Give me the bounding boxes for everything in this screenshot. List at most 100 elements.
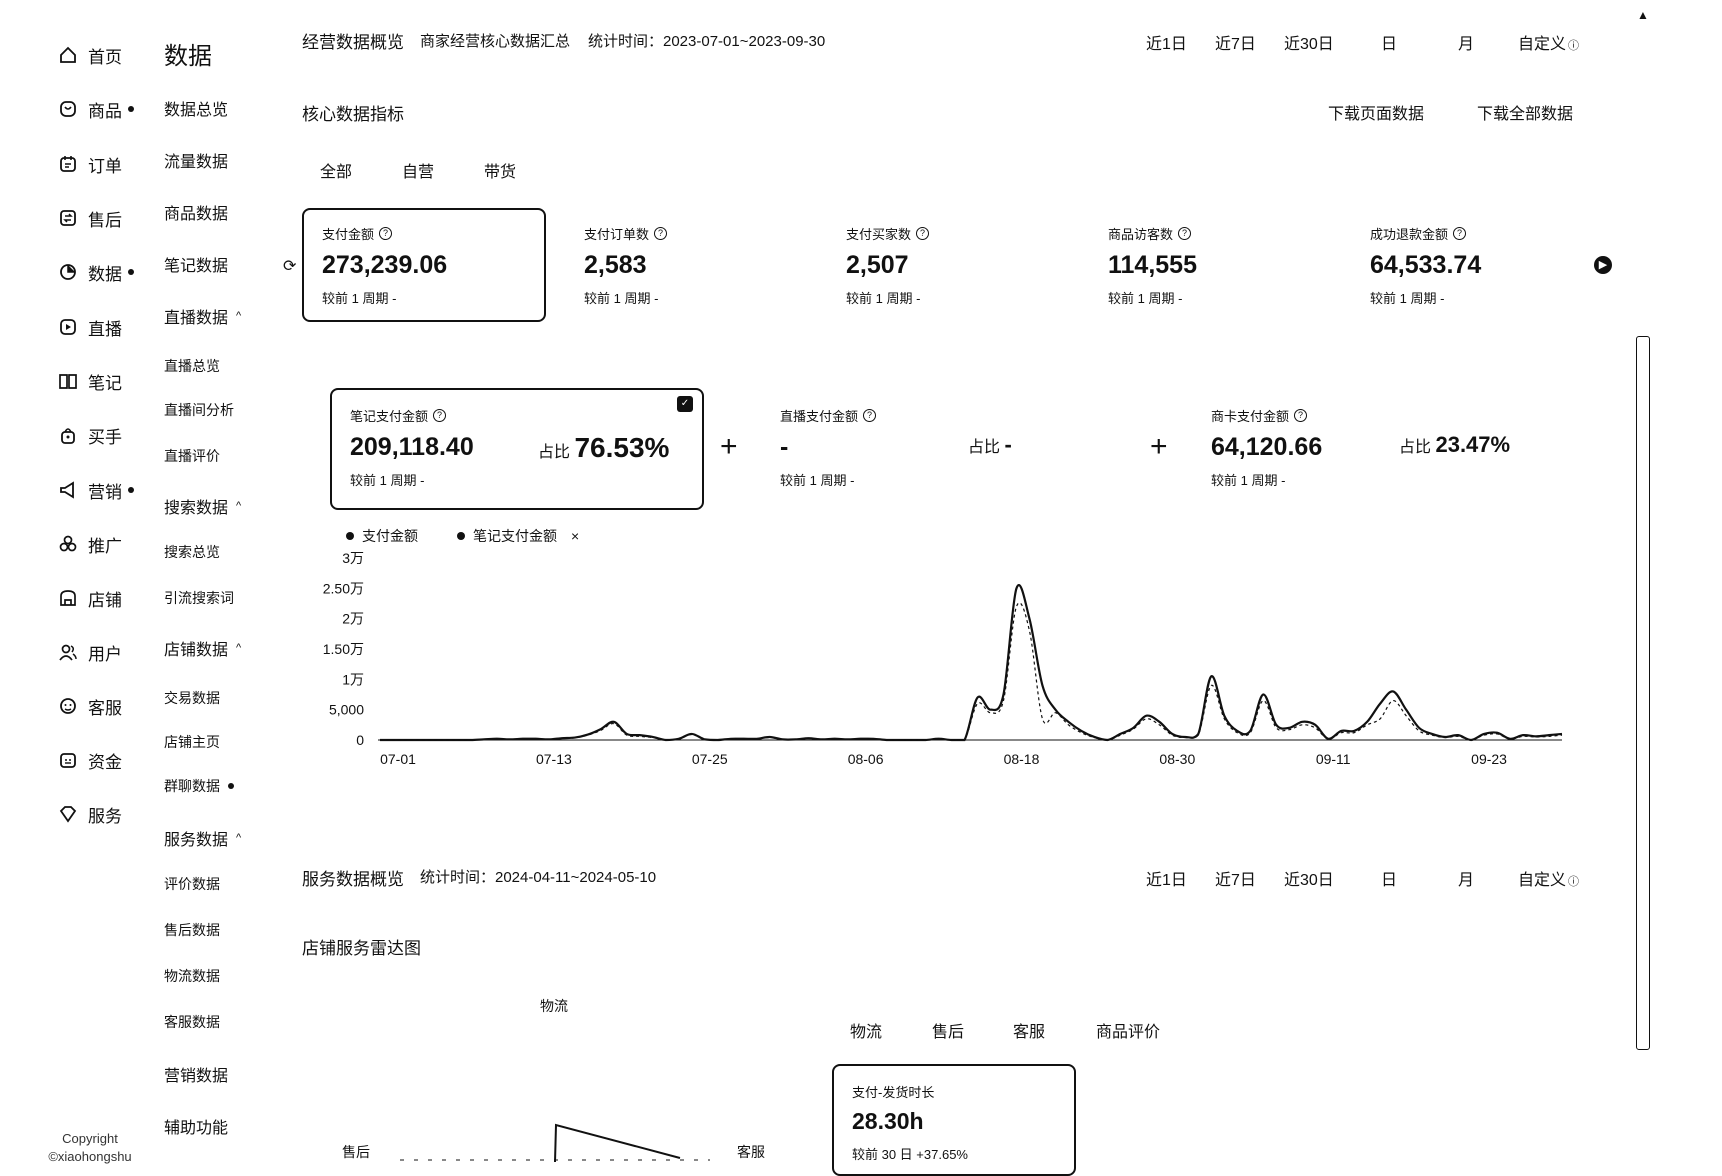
legend-item-note-payment[interactable]: 笔记支付金额 × (457, 526, 579, 546)
period-option[interactable]: 自定义 ⓘ (1518, 30, 1579, 54)
period-option[interactable]: 近30日 (1284, 866, 1334, 890)
close-icon[interactable]: × (571, 528, 579, 544)
period-option[interactable]: 近7日 (1215, 30, 1256, 54)
subnav-item[interactable]: 营销数据 (164, 1062, 228, 1086)
service-tab-after-sale[interactable]: 售后 (932, 1018, 964, 1042)
subnav-item-label: 店铺数据 (164, 642, 229, 659)
subnav-item[interactable]: 直播评价 (164, 446, 220, 466)
subnav-item[interactable]: 直播总览 (164, 356, 220, 376)
legend-item-payment[interactable]: 支付金额 (346, 526, 418, 546)
download-page-button[interactable]: 下载页面数据 (1328, 100, 1424, 124)
subnav-item[interactable]: 物流数据 (164, 966, 220, 986)
refresh-icon[interactable]: ⟳ (283, 256, 296, 276)
chevron-up-icon[interactable]: ^ (236, 832, 241, 844)
tab-all[interactable]: 全部 (320, 158, 352, 182)
period-option[interactable]: 日 (1381, 30, 1397, 54)
nav-item-service[interactable]: 服务 (58, 800, 122, 828)
period-option[interactable]: 近1日 (1146, 866, 1187, 890)
download-all-button[interactable]: 下载全部数据 (1477, 100, 1573, 124)
subnav-item[interactable]: 搜索数据 ^ (164, 494, 241, 518)
nav-item-customer-service[interactable]: 客服 (58, 692, 122, 720)
service-tab-product-review[interactable]: 商品评价 (1096, 1018, 1160, 1042)
breakdown-compare: 较前 1 周期 - (780, 473, 855, 488)
scroll-up-icon[interactable]: ▲ (1637, 8, 1649, 22)
nav-item-store[interactable]: 店铺 (58, 584, 122, 612)
subnav-item-label: 客服数据 (164, 1014, 220, 1030)
help-icon[interactable]: ? (863, 409, 877, 422)
subnav-item-label: 店铺主页 (164, 734, 220, 750)
subnav-item[interactable]: 直播间分析 (164, 400, 234, 420)
help-icon[interactable]: ? (916, 227, 930, 240)
metric-item[interactable]: 成功退款金额? 64,533.74 较前 1 周期 - (1370, 224, 1481, 307)
nav-item-label: 推广 (88, 536, 122, 556)
help-icon[interactable]: ? (1178, 227, 1192, 240)
subnav-item[interactable]: 辅助功能 (164, 1114, 228, 1138)
breakdown-item[interactable]: 商卡支付金额? 64,120.66 较前 1 周期 - (1211, 406, 1322, 489)
subnav-item[interactable]: 流量数据 (164, 148, 228, 172)
period-option[interactable]: 自定义 ⓘ (1518, 866, 1579, 890)
scrollbar[interactable] (1636, 336, 1650, 1050)
nav-item-data[interactable]: 数据 (58, 258, 134, 286)
metric-compare: 较前 1 周期 - (846, 291, 921, 306)
metric-item[interactable]: 支付订单数? 2,583 较前 1 周期 - (584, 224, 668, 307)
tab-self-run[interactable]: 自营 (402, 158, 434, 182)
breakdown-compare: 较前 1 周期 - (1211, 473, 1286, 488)
period-option[interactable]: 日 (1381, 866, 1397, 890)
metric-value: 64,533.74 (1370, 251, 1482, 279)
subnav-item[interactable]: 客服数据 (164, 1012, 220, 1032)
period-option-label: 近30日 (1284, 872, 1334, 889)
period-option[interactable]: 近30日 (1284, 30, 1334, 54)
subnav-item[interactable]: 评价数据 (164, 874, 220, 894)
help-icon[interactable]: ? (433, 409, 447, 422)
service-tab-logistics[interactable]: 物流 (850, 1018, 882, 1042)
y-tick-label: 3万 (342, 550, 364, 566)
subnav-item[interactable]: 笔记数据 (164, 252, 228, 276)
chevron-up-icon[interactable]: ^ (236, 500, 241, 512)
subnav-item[interactable]: 店铺数据 ^ (164, 636, 241, 660)
subnav-item[interactable]: 直播数据 ^ (164, 304, 241, 328)
period-option[interactable]: 月 (1458, 866, 1474, 890)
service-metric-card[interactable]: 支付-发货时长 28.30h 较前 30 日 +37.65% (832, 1064, 1076, 1176)
breakdown-item[interactable]: 笔记支付金额? 209,118.40 较前 1 周期 - (350, 406, 474, 489)
period-option[interactable]: 近1日 (1146, 30, 1187, 54)
nav-item-order[interactable]: 订单 (58, 150, 122, 178)
help-icon[interactable]: ? (1453, 227, 1467, 240)
period-option[interactable]: 月 (1458, 30, 1474, 54)
period-option[interactable]: 近7日 (1215, 866, 1256, 890)
tab-affiliate[interactable]: 带货 (484, 158, 516, 182)
nav-item-product[interactable]: 商品 (58, 95, 134, 123)
subnav-item[interactable]: 售后数据 (164, 920, 220, 940)
breakdown-item[interactable]: 直播支付金额? - 较前 1 周期 - (780, 406, 877, 489)
subnav-item[interactable]: 群聊数据 (164, 776, 234, 796)
next-arrow-icon[interactable]: ▶ (1594, 256, 1612, 274)
metric-item[interactable]: 支付金额? 273,239.06 较前 1 周期 - (322, 224, 447, 307)
nav-item-live[interactable]: 直播 (58, 313, 122, 341)
help-icon[interactable]: ? (1294, 409, 1308, 422)
subnav-item[interactable]: 店铺主页 (164, 732, 220, 752)
checked-icon[interactable]: ✓ (677, 396, 693, 412)
nav-item-promotion[interactable]: 推广 (58, 530, 122, 558)
nav-item-home[interactable]: 首页 (58, 41, 122, 69)
subnav-item[interactable]: 数据总览 (164, 96, 228, 120)
subnav-item[interactable]: 服务数据 ^ (164, 826, 241, 850)
chevron-up-icon[interactable]: ^ (236, 310, 241, 322)
metric-item[interactable]: 商品访客数? 114,555 较前 1 周期 - (1108, 224, 1197, 307)
subnav-item[interactable]: 交易数据 (164, 688, 220, 708)
nav-item-after-sale[interactable]: 售后 (58, 204, 122, 232)
help-icon[interactable]: ? (379, 227, 393, 240)
help-icon[interactable]: ? (654, 227, 668, 240)
nav-item-users[interactable]: 用户 (58, 638, 122, 666)
nav-item-wallet[interactable]: 资金 (58, 746, 122, 774)
y-tick-label: 0 (356, 732, 364, 748)
metric-item[interactable]: 支付买家数? 2,507 较前 1 周期 - (846, 224, 930, 307)
subnav-item[interactable]: 搜索总览 (164, 542, 220, 562)
product-icon (58, 99, 78, 119)
subnav-item[interactable]: 引流搜索词 (164, 588, 234, 608)
subnav-item[interactable]: 商品数据 (164, 200, 228, 224)
nav-item-megaphone[interactable]: 营销 (58, 476, 134, 504)
service-tab-customer-service[interactable]: 客服 (1013, 1018, 1045, 1042)
chevron-up-icon[interactable]: ^ (236, 642, 241, 654)
nav-item-buyer[interactable]: 买手 (58, 421, 122, 449)
nav-item-notebook[interactable]: 笔记 (58, 367, 122, 395)
metric-label-text: 支付买家数 (846, 227, 912, 242)
